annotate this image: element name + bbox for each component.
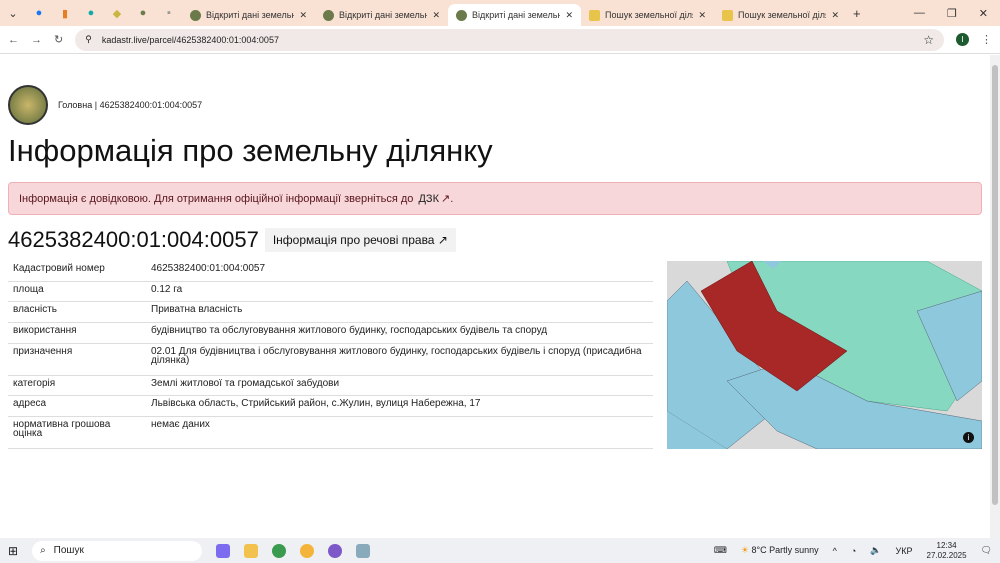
keyboard-icon[interactable]: ⌨ — [714, 545, 727, 556]
windows-taskbar: ⊞ ⌕ Пошук ⌨ ☀ 8°C Partly sunny ^ ◔ 🔈 УКР … — [0, 538, 1000, 563]
dzk-link[interactable]: ДЗК — [418, 193, 439, 205]
restore-icon[interactable]: ❐ — [947, 7, 957, 20]
table-row: призначення 02.01 Для будівництва і обслу… — [8, 343, 653, 376]
site-favicon-icon — [456, 9, 467, 21]
close-window-icon[interactable]: ✕ — [979, 7, 988, 20]
search-icon: ⌕ — [40, 545, 46, 556]
map-canvas[interactable] — [667, 261, 982, 449]
table-row: власність Приватна власність — [8, 301, 653, 324]
close-tab-icon[interactable]: ✕ — [831, 10, 839, 21]
profile-avatar[interactable]: I — [956, 33, 969, 46]
row-value: 02.01 Для будівництва і обслуговування ж… — [146, 343, 653, 376]
page-scrollbar[interactable] — [990, 55, 1000, 538]
row-label: власність — [8, 301, 146, 324]
pinned-tab[interactable]: ● — [130, 7, 156, 19]
pinned-tab[interactable]: ◆ — [104, 7, 130, 20]
row-value: 0.12 га — [146, 281, 653, 303]
site-favicon-icon — [190, 9, 201, 21]
notifications-icon[interactable]: 🗨 — [981, 545, 992, 556]
row-value: 4625382400:01:004:0057 — [146, 261, 653, 282]
table-row: категорія Землі житлової та громадської з… — [8, 375, 653, 397]
parcel-info-table: Кадастровий номер 4625382400:01:004:0057 п… — [8, 261, 653, 449]
back-icon[interactable]: ← — [8, 34, 19, 46]
row-label: призначення — [8, 343, 146, 376]
tray-chevron-icon[interactable]: ^ — [833, 546, 837, 556]
reload-icon[interactable]: ↻ — [54, 33, 63, 46]
close-tab-icon[interactable]: ✕ — [565, 10, 573, 21]
weather-icon: ☀ — [740, 545, 749, 555]
row-value: Землі житлової та громадської забудови — [146, 375, 653, 397]
taskbar-search[interactable]: ⌕ Пошук — [32, 540, 203, 561]
pinned-tab[interactable]: ▮ — [52, 7, 78, 20]
external-link-icon: ↗ — [437, 233, 448, 247]
row-label: нормативна грошова оцінка — [8, 416, 146, 449]
row-label: Кадастровий номер — [8, 261, 146, 282]
table-row: Кадастровий номер 4625382400:01:004:0057 — [8, 261, 653, 282]
rights-info-button[interactable]: Інформація про речові права ↗ — [264, 228, 456, 252]
row-value: будівництво та обслуговування житлового … — [146, 322, 653, 344]
external-link-icon: ↗ — [440, 193, 451, 205]
app-1c-icon[interactable] — [300, 543, 315, 558]
app-icon[interactable] — [356, 543, 371, 558]
page-content: Головна | 4625382400:01:004:0057 Інформа… — [0, 55, 990, 538]
pinned-tab[interactable]: ▪ — [156, 7, 182, 19]
site-logo[interactable] — [8, 85, 48, 125]
pinned-tab[interactable]: ● — [78, 7, 104, 19]
browser-tab[interactable]: Відкриті дані земельного✕ — [182, 4, 315, 26]
breadcrumb-current: 4625382400:01:004:0057 — [99, 100, 203, 110]
site-favicon-icon — [323, 9, 334, 21]
browser-tab-active[interactable]: Відкриті дані земельного✕ — [448, 4, 581, 26]
table-row: площа 0.12 га — [8, 281, 653, 303]
parcel-map[interactable]: i — [667, 261, 982, 449]
tab-list-chevron-icon[interactable]: ⌄ — [0, 7, 26, 20]
breadcrumb-home-link[interactable]: Головна — [58, 100, 92, 110]
windows-start-icon[interactable]: ⊞ — [8, 544, 18, 558]
address-bar-row: ← → ↻ ⚲ kadastr.live/parcel/4625382400:01… — [0, 26, 1000, 54]
browser-tab[interactable]: Пошук земельної ділянки✕ — [581, 4, 714, 26]
row-value: Львівська область, Стрийський район, с.Ж… — [146, 395, 653, 418]
row-label: використання — [8, 322, 146, 344]
copilot-icon[interactable] — [216, 543, 231, 558]
table-row: нормативна грошова оцінка немає даних — [8, 416, 653, 449]
close-tab-icon[interactable]: ✕ — [299, 10, 307, 21]
minimize-icon[interactable]: — — [914, 7, 925, 20]
site-favicon-icon — [589, 9, 600, 21]
weather-widget[interactable]: ☀ 8°C Partly sunny — [741, 545, 819, 556]
browser-tab[interactable]: Пошук земельної ділянки✕ — [714, 4, 847, 26]
network-icon[interactable]: ◔ — [851, 546, 856, 556]
row-value: Приватна власність — [146, 301, 653, 324]
site-favicon-icon — [722, 9, 733, 21]
table-row: адреса Львівська область, Стрийський райо… — [8, 395, 653, 418]
tab-strip: ⌄ ● ▮ ● ◆ ● ▪ Відкриті дані земельного✕ … — [0, 0, 1000, 26]
chrome-icon[interactable] — [272, 543, 287, 558]
row-value: немає даних — [146, 416, 653, 449]
map-info-icon[interactable]: i — [963, 432, 974, 443]
close-tab-icon[interactable]: ✕ — [432, 10, 440, 21]
row-label: адреса — [8, 395, 146, 418]
menu-icon[interactable]: ⋮ — [981, 33, 992, 46]
row-label: категорія — [8, 375, 146, 397]
parcel-number: 4625382400:01:004:0057 — [8, 227, 259, 252]
bookmark-star-icon[interactable]: ☆ — [923, 33, 934, 47]
viber-icon[interactable] — [328, 543, 343, 558]
clock[interactable]: 12:34 27.02.2025 — [927, 541, 967, 561]
new-tab-icon[interactable]: + — [853, 6, 861, 21]
page-title: Інформація про земельну ділянку — [8, 133, 493, 168]
table-row: використання будівництво та обслуговуванн… — [8, 322, 653, 344]
language-indicator[interactable]: УКР — [896, 546, 913, 556]
url-field[interactable]: ⚲ kadastr.live/parcel/4625382400:01:004:0… — [75, 28, 944, 51]
row-label: площа — [8, 281, 146, 303]
forward-icon[interactable]: → — [31, 34, 42, 46]
site-info-icon[interactable]: ⚲ — [85, 34, 92, 45]
file-explorer-icon[interactable] — [244, 543, 259, 558]
close-tab-icon[interactable]: ✕ — [698, 10, 706, 21]
pinned-tab-facebook[interactable]: ● — [26, 7, 52, 19]
volume-icon[interactable]: 🔈 — [870, 545, 881, 556]
breadcrumb: Головна | 4625382400:01:004:0057 — [58, 100, 203, 110]
info-alert: Інформація є довідковою. Для отримання о… — [8, 182, 982, 215]
browser-tab[interactable]: Відкриті дані земельного✕ — [315, 4, 448, 26]
